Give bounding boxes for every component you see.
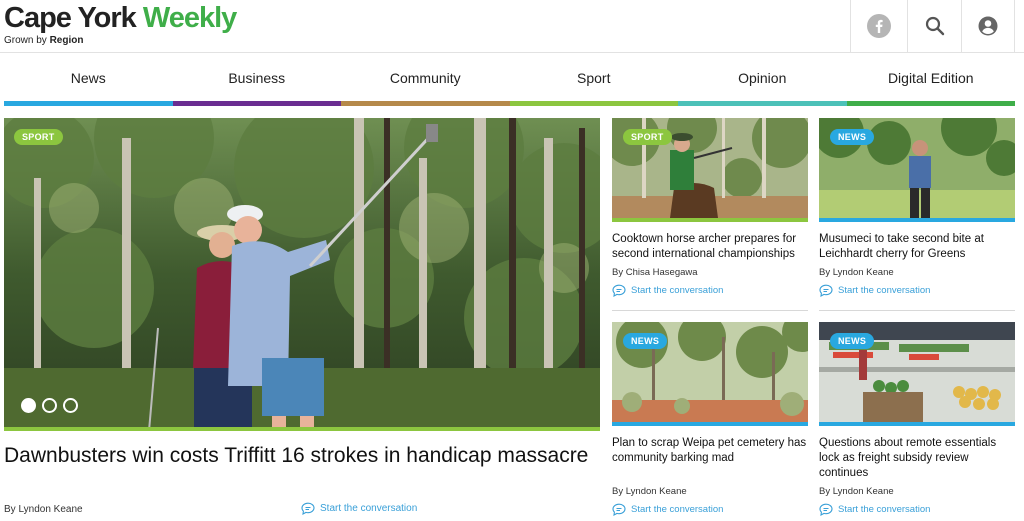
- logo-text-weekly: Weekly: [142, 2, 237, 34]
- article-comment-label: Start the conversation: [838, 285, 931, 296]
- main-navigation: News Business Community Sport Opinion Di…: [4, 53, 1015, 106]
- search-button[interactable]: [907, 0, 961, 52]
- article-byline: By Chisa Hasegawa: [612, 267, 698, 278]
- hero-headline[interactable]: Dawnbusters win costs Triffitt 16 stroke…: [4, 443, 600, 469]
- article-card-horse-archer[interactable]: SPORT Cooktown horse archer prepares for…: [612, 118, 808, 311]
- hero-comment-link[interactable]: Start the conversation: [301, 502, 417, 515]
- hero-image[interactable]: [4, 118, 600, 431]
- logo-tagline-region: Region: [49, 35, 84, 46]
- logo-tagline: Grown by Region: [4, 35, 236, 46]
- card-divider: [612, 310, 808, 311]
- article-category-badge[interactable]: SPORT: [623, 129, 672, 145]
- article-comment-label: Start the conversation: [631, 285, 724, 296]
- comment-icon: [612, 284, 626, 297]
- nav-item-sport[interactable]: Sport: [509, 53, 678, 106]
- nav-item-community[interactable]: Community: [341, 53, 510, 106]
- slide-dot-1[interactable]: [21, 398, 36, 413]
- article-byline: By Lyndon Keane: [612, 486, 687, 497]
- nav-item-business[interactable]: Business: [172, 53, 341, 106]
- slide-dot-3[interactable]: [63, 398, 78, 413]
- user-account-icon: [978, 16, 998, 36]
- article-card-weipa-cemetery[interactable]: NEWS Plan to scrap Weipa pet cemetery ha…: [612, 322, 808, 521]
- logo-text-cape-york: Cape York: [4, 2, 137, 34]
- facebook-button[interactable]: [850, 0, 907, 52]
- article-card-musumeci[interactable]: NEWS Musumeci to take second bite at Lei…: [819, 118, 1015, 311]
- site-logo[interactable]: Cape York Weekly Grown by Region: [4, 2, 237, 46]
- search-icon: [925, 16, 945, 36]
- nav-item-digital-edition[interactable]: Digital Edition: [846, 53, 1015, 106]
- site-header: Cape York Weekly Grown by Region: [0, 0, 1024, 53]
- article-comment-link[interactable]: Start the conversation: [612, 503, 723, 516]
- article-category-badge[interactable]: NEWS: [830, 333, 875, 349]
- article-byline: By Lyndon Keane: [819, 267, 894, 278]
- nav-item-news[interactable]: News: [4, 53, 173, 106]
- logo-tagline-prefix: Grown by: [4, 35, 47, 46]
- article-headline[interactable]: Musumeci to take second bite at Leichhar…: [819, 232, 1015, 262]
- slide-dot-2[interactable]: [42, 398, 57, 413]
- card-divider: [819, 310, 1015, 311]
- article-category-badge[interactable]: NEWS: [623, 333, 668, 349]
- article-category-badge[interactable]: NEWS: [830, 129, 875, 145]
- article-comment-link[interactable]: Start the conversation: [819, 284, 930, 297]
- nav-item-opinion[interactable]: Opinion: [678, 53, 847, 106]
- comment-icon: [612, 503, 626, 516]
- hero-category-badge[interactable]: SPORT: [14, 129, 63, 145]
- article-byline: By Lyndon Keane: [819, 486, 894, 497]
- article-headline[interactable]: Plan to scrap Weipa pet cemetery has com…: [612, 436, 808, 466]
- comment-icon: [819, 503, 833, 516]
- user-account-button[interactable]: [961, 0, 1015, 52]
- comment-icon: [301, 502, 315, 515]
- slideshow-pager: [21, 398, 78, 413]
- comment-icon: [819, 284, 833, 297]
- article-comment-label: Start the conversation: [631, 504, 724, 515]
- article-comment-link[interactable]: Start the conversation: [819, 503, 930, 516]
- hero-comment-label: Start the conversation: [320, 503, 418, 514]
- article-comment-label: Start the conversation: [838, 504, 931, 515]
- article-comment-link[interactable]: Start the conversation: [612, 284, 723, 297]
- hero-byline: By Lyndon Keane: [4, 504, 83, 515]
- article-card-freight-subsidy[interactable]: NEWS Questions about remote essentials l…: [819, 322, 1015, 521]
- article-headline[interactable]: Questions about remote essentials lock a…: [819, 436, 1015, 481]
- facebook-icon: [867, 14, 891, 38]
- article-headline[interactable]: Cooktown horse archer prepares for secon…: [612, 232, 808, 262]
